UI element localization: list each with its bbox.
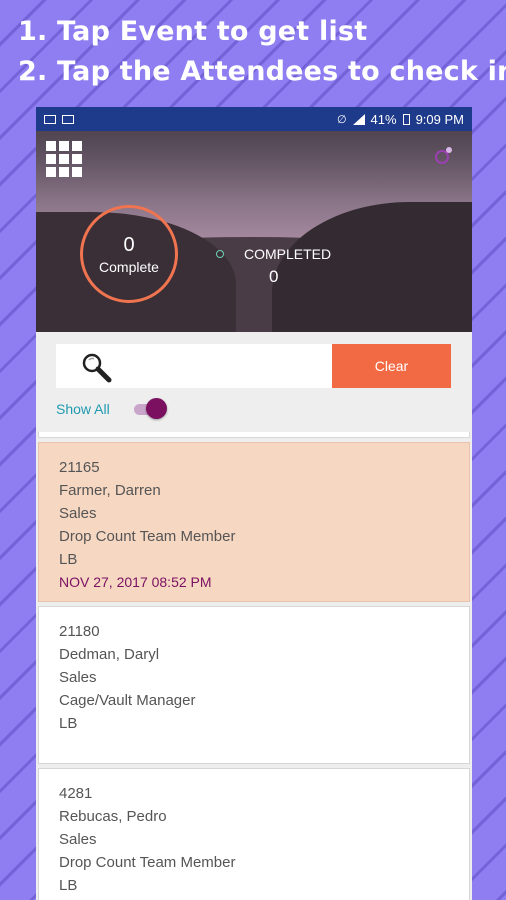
complete-count: 0	[123, 234, 135, 256]
image-icon	[62, 114, 74, 124]
attendee-name: Dedman, Daryl	[59, 646, 160, 663]
attendee-name: Rebucas, Pedro	[59, 808, 167, 825]
show-all-label: Show All	[56, 401, 110, 417]
vibrate-icon: ∅	[336, 113, 347, 126]
attendee-name: Farmer, Darren	[59, 482, 161, 499]
phone-screen: ∅ 41% 9:09 PM 0 Complete COMPLETED 0 Cle…	[36, 107, 472, 900]
attendee-department: Sales	[59, 831, 97, 848]
attendee-role: Drop Count Team Member	[59, 854, 236, 871]
list-divider	[38, 432, 470, 438]
show-all-toggle[interactable]	[134, 398, 168, 420]
attendee-department: Sales	[59, 505, 97, 522]
status-bar: ∅ 41% 9:09 PM	[36, 107, 472, 131]
checkin-timestamp: NOV 27, 2017 08:52 PM	[59, 574, 212, 590]
legend-dot-icon	[216, 250, 224, 258]
attendee-code: LB	[59, 551, 78, 568]
app-logo-icon	[435, 147, 452, 164]
attendee-code: LB	[59, 715, 78, 732]
attendee-id: 21180	[59, 623, 100, 640]
legend-label: COMPLETED	[244, 246, 332, 262]
attendee-department: Sales	[59, 669, 97, 686]
attendee-list: 21165 Farmer, Darren Sales Drop Count Te…	[36, 432, 472, 900]
complete-progress-ring: 0 Complete	[80, 205, 178, 303]
clock: 9:09 PM	[415, 111, 464, 127]
clear-button[interactable]: Clear	[332, 344, 451, 388]
instruction-line-1: 1. Tap Event to get list	[18, 16, 368, 47]
attendee-id: 21165	[59, 459, 100, 476]
complete-label: Complete	[99, 259, 159, 275]
summary-header: 0 Complete COMPLETED 0	[36, 131, 472, 332]
search-icon	[82, 353, 112, 383]
grid-menu-icon[interactable]	[46, 141, 82, 177]
battery-icon	[402, 113, 410, 125]
attendee-id: 4281	[59, 785, 93, 802]
attendee-row[interactable]: 21180 Dedman, Daryl Sales Cage/Vault Man…	[38, 606, 470, 764]
signal-icon	[352, 113, 365, 125]
attendee-row[interactable]: 21165 Farmer, Darren Sales Drop Count Te…	[38, 442, 470, 602]
attendee-role: Drop Count Team Member	[59, 528, 236, 545]
search-input[interactable]	[56, 344, 332, 388]
attendee-role: Cage/Vault Manager	[59, 692, 196, 709]
mail-icon	[44, 114, 56, 124]
completed-count: 0	[269, 267, 279, 286]
battery-percent: 41%	[370, 111, 397, 127]
search-panel: Clear Show All	[36, 332, 472, 424]
attendee-row[interactable]: 4281 Rebucas, Pedro Sales Drop Count Tea…	[38, 768, 470, 900]
attendee-code: LB	[59, 877, 78, 894]
completed-legend: COMPLETED	[216, 246, 331, 262]
instruction-line-2: 2. Tap the Attendees to check in	[18, 56, 506, 87]
